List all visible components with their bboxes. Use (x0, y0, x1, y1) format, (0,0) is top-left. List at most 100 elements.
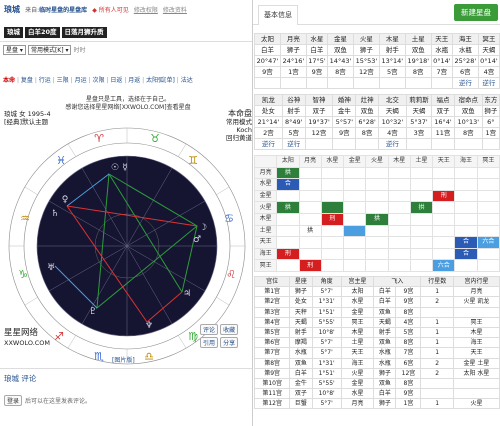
chart-type-select[interactable]: 星盘 ▾ (3, 45, 26, 55)
mode-tab[interactable]: 行运 (39, 77, 51, 84)
planet-cell: 水瓶 (451, 44, 479, 56)
house-cell (420, 377, 454, 390)
house-cell: 第5宫 (253, 326, 291, 339)
aspect-cell[interactable]: 拱 (365, 212, 389, 226)
aspect-cell (432, 201, 456, 214)
house-cell: 射手 (289, 326, 313, 339)
aspect-cell[interactable]: 刑 (432, 189, 456, 203)
house-cell: 第8宫 (253, 357, 291, 369)
aspect-cell[interactable]: 拱 (298, 224, 322, 238)
mode-tab[interactable]: 三限 (57, 77, 69, 84)
aspect-cell[interactable]: 六合 (432, 259, 456, 272)
left-panel: 琅城 来自:临时星盘的星盘库 ◆ 所有人可见 修改权限 修改资料 琅城 白羊20度… (0, 0, 252, 426)
aspect-col-header: 海王 (454, 155, 478, 168)
new-chart-button[interactable]: 新建星盘 (454, 4, 498, 21)
aspect-cell (343, 166, 367, 180)
planet-cell: 灶神 (355, 94, 379, 106)
source-link[interactable]: 临时星盘的星盘库 (39, 7, 87, 14)
aspect-row-label: 金星 (253, 189, 278, 203)
aspect-cell (276, 224, 300, 238)
aspect-cell (476, 212, 500, 226)
aspect-col-header: 太阳 (276, 155, 300, 168)
aspect-cell (298, 201, 322, 214)
image-version-link[interactable]: [图片版] (112, 355, 135, 364)
aspect-cell[interactable]: 拱 (276, 166, 300, 180)
aspect-cell[interactable]: 合 (454, 247, 478, 261)
share-button[interactable]: 分享 (220, 337, 239, 348)
house-cell: 1 (420, 398, 454, 410)
chart-header: 琅城 来自:临时星盘的星盘库 ◆ 所有人可见 修改权限 修改资料 (0, 0, 252, 22)
aspect-col-header: 土星 (409, 155, 434, 168)
house-cell: 处女 (289, 296, 313, 308)
planet-row-retro: 逆行 逆行 (254, 77, 500, 89)
aspect-cell[interactable]: 拱 (276, 201, 300, 214)
mode-tab[interactable]: 复盘 (21, 77, 33, 84)
house-cell: 2 (420, 296, 454, 308)
visibility-badge: ◆ 所有人可见 (92, 7, 129, 14)
tag[interactable]: 白羊20度 (25, 27, 60, 38)
planet-cell: 4宫 (477, 66, 500, 78)
aspect-cell (365, 166, 389, 180)
house-cell: 1 (420, 347, 454, 359)
planet-cell: 15°53' (352, 55, 380, 67)
aspect-cell[interactable]: 刑 (320, 212, 345, 226)
edit-permission-link[interactable]: 修改权限 (134, 7, 158, 14)
aspect-cell[interactable]: 六合 (476, 236, 500, 249)
planet-cell: 9宫 (254, 66, 281, 78)
comment-button[interactable]: 评论 (200, 324, 219, 335)
planet-row-retro: 逆行 逆行 逆行 (254, 138, 500, 150)
aspect-cell (387, 166, 411, 180)
mode-tab[interactable]: 本命 (3, 77, 15, 84)
planet-cell (405, 138, 433, 150)
house-table: 宫位 星座 角度 宫主星 飞入 行星数 宫内行星 第1宫 狮子 5°7' 太阳 白羊 9宫 1 月亮 第2宫处… (253, 275, 500, 410)
favorite-button[interactable]: 收藏 (220, 324, 239, 335)
mode-select[interactable]: 常用模式[K] ▾ (27, 45, 72, 55)
house-cell: 8宫 (395, 337, 422, 349)
house-cell: 双鱼 (289, 357, 313, 369)
mode-tab[interactable]: 太阳弧 (146, 77, 164, 84)
hint-link[interactable]: 时时 (73, 47, 85, 54)
aspect-col-header: 天王 (432, 155, 456, 168)
planet-cell: 宿命点 (453, 94, 483, 106)
quote-button[interactable]: 引用 (200, 337, 219, 348)
house-cell: 1°31' (311, 357, 342, 369)
aspect-col-header: 火星 (365, 155, 389, 168)
planet-cell: 狮子 (481, 105, 500, 117)
aspect-cell (320, 247, 345, 261)
mode-tab[interactable]: [单] (164, 77, 175, 84)
aspect-cell[interactable]: 合 (276, 178, 300, 191)
sign-virgo-icon: ♍ (188, 330, 198, 343)
aspect-cell (276, 212, 300, 226)
aspect-cell[interactable]: 拱 (409, 201, 434, 214)
planet-cell: 木星 (378, 33, 406, 45)
house-col-header: 宫主星 (340, 275, 375, 288)
aspect-cell[interactable]: 刑 (276, 247, 300, 261)
mode-tab[interactable]: 月运 (75, 77, 87, 84)
planet-cell: 0°14' (430, 55, 453, 67)
aspect-cell (298, 166, 322, 180)
mode-tab[interactable]: 日返 (110, 77, 122, 84)
planet-cell: 天蝎 (405, 105, 433, 117)
tag[interactable]: 日落月狮升质 (61, 27, 107, 38)
house-cell: 9宫 (395, 286, 422, 298)
planet-cell (304, 138, 334, 150)
aspect-cell[interactable]: 合 (454, 236, 478, 249)
edit-info-link[interactable]: 修改资料 (163, 7, 187, 14)
mode-tab[interactable]: 次限 (92, 77, 104, 84)
planet-cell (430, 77, 453, 89)
planet-cell: 莉莉斯 (405, 94, 433, 106)
house-cell: 天王 (340, 347, 375, 359)
tag[interactable]: 琅城 (4, 27, 23, 38)
chart-owner-name[interactable]: 琅城 (4, 5, 20, 14)
tab-basic-info[interactable]: 基本信息 (258, 5, 298, 25)
aspect-cell[interactable]: 刑 (298, 259, 322, 272)
house-cell: 太阳 水星 (452, 367, 500, 379)
aspect-cell (298, 189, 322, 203)
planet-cell: 射手 (378, 44, 406, 56)
mode-tab[interactable]: 月返 (128, 77, 140, 84)
mode-tab[interactable]: 法达 (181, 77, 193, 84)
aspect-col-header: 月亮 (298, 155, 322, 168)
login-button[interactable]: 登录 (4, 395, 23, 406)
aspect-cell (476, 201, 500, 214)
house-cell: 海王 (340, 357, 375, 369)
